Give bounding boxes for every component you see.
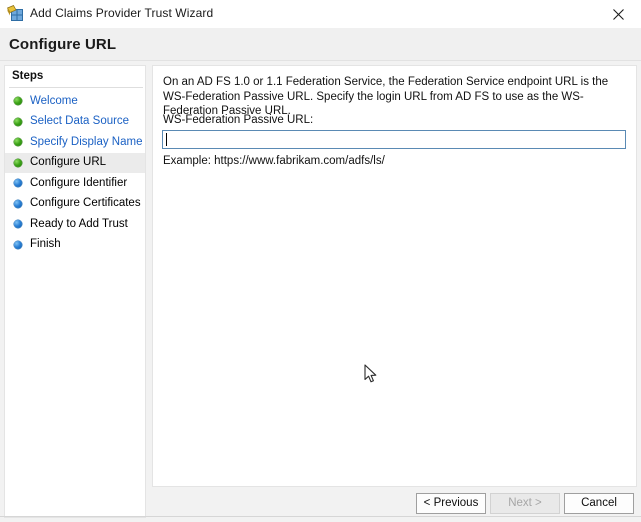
sidebar-item-configure-certificates: Configure Certificates: [5, 194, 145, 215]
sidebar-item-ready-to-add-trust: Ready to Add Trust: [5, 214, 145, 235]
sidebar-item-label: Configure Certificates: [30, 197, 141, 209]
sidebar-item-select-data-source[interactable]: Select Data Source: [5, 112, 145, 133]
url-example-text: Example: https://www.fabrikam.com/adfs/l…: [163, 155, 385, 167]
cancel-button[interactable]: Cancel: [564, 493, 634, 514]
wizard-body: Steps Welcome Select Data Source Specify…: [0, 61, 641, 522]
window-title: Add Claims Provider Trust Wizard: [30, 6, 214, 20]
steps-panel: Steps Welcome Select Data Source Specify…: [4, 65, 146, 518]
sidebar-item-specify-display-name[interactable]: Specify Display Name: [5, 132, 145, 153]
steps-header: Steps: [5, 66, 145, 88]
sidebar-item-label: Finish: [30, 238, 61, 250]
step-status-bullet-icon: [14, 138, 22, 147]
button-bar: < Previous Next > Cancel: [152, 489, 637, 518]
sidebar-item-finish: Finish: [5, 235, 145, 256]
sidebar-item-label: Specify Display Name: [30, 135, 143, 148]
window-bottom-divider: [0, 516, 641, 517]
previous-button[interactable]: < Previous: [416, 493, 486, 514]
sidebar-item-label: Configure Identifier: [30, 176, 128, 189]
steps-list: Welcome Select Data Source Specify Displ…: [5, 91, 145, 255]
url-field-label: WS-Federation Passive URL:: [163, 114, 314, 126]
close-button[interactable]: [596, 0, 641, 28]
sidebar-item-label: Configure URL: [30, 156, 107, 168]
steps-header-label: Steps: [12, 70, 44, 82]
sidebar-item-label: Ready to Add Trust: [30, 217, 128, 230]
sidebar-item-configure-identifier: Configure Identifier: [5, 173, 145, 194]
step-status-bullet-icon: [14, 97, 22, 106]
page-title: Configure URL: [9, 36, 117, 53]
sidebar-item-welcome[interactable]: Welcome: [5, 91, 145, 112]
content-panel: On an AD FS 1.0 or 1.1 Federation Servic…: [152, 65, 637, 487]
adfs-claims-provider-icon: [7, 5, 24, 22]
step-status-bullet-icon: [14, 220, 22, 229]
step-status-bullet-icon: [14, 158, 22, 167]
intro-text: On an AD FS 1.0 or 1.1 Federation Servic…: [163, 76, 609, 117]
next-button: Next >: [490, 493, 560, 514]
step-status-bullet-icon: [14, 240, 22, 249]
step-status-bullet-icon: [14, 179, 22, 188]
wizard-window: Add Claims Provider Trust Wizard Configu…: [0, 0, 641, 522]
sidebar-item-label: Select Data Source: [30, 115, 130, 127]
title-bar: Add Claims Provider Trust Wizard: [0, 0, 641, 28]
step-status-bullet-icon: [14, 199, 22, 208]
ws-federation-passive-url-input[interactable]: [162, 130, 626, 149]
steps-header-divider: [9, 87, 143, 88]
text-caret: [166, 133, 167, 146]
sidebar-item-configure-url[interactable]: Configure URL: [5, 152, 145, 173]
close-icon: [613, 8, 624, 20]
step-status-bullet-icon: [14, 117, 22, 126]
sidebar-item-label: Welcome: [30, 94, 78, 107]
